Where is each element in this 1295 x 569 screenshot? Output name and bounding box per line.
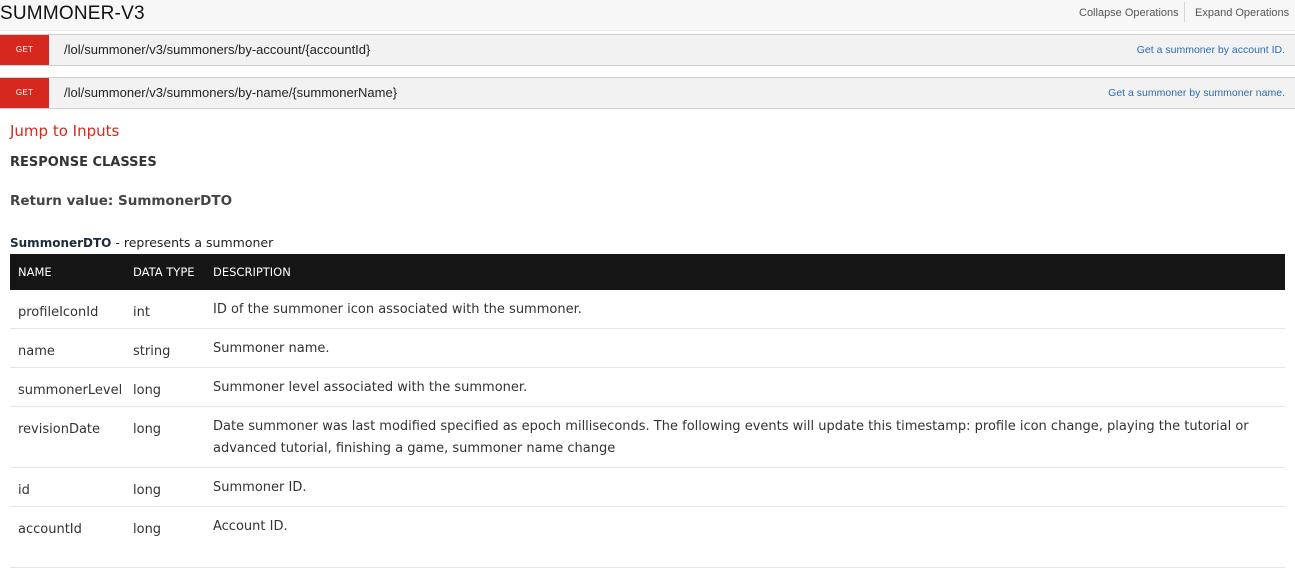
section-title[interactable]: SUMMONER-V3 bbox=[0, 3, 145, 25]
table-row: name string Summoner name. bbox=[10, 329, 1285, 368]
dto-name: SummonerDTO bbox=[10, 236, 112, 250]
response-table: NAME DATA TYPE DESCRIPTION profileIconId… bbox=[10, 254, 1285, 545]
dto-desc: - represents a summoner bbox=[111, 235, 274, 250]
divider bbox=[10, 567, 1285, 568]
jump-to-inputs-link[interactable]: Jump to Inputs bbox=[10, 122, 119, 140]
table-row: revisionDate long Date summoner was last… bbox=[10, 407, 1285, 468]
section-header: SUMMONER-V3 Collapse Operations Expand O… bbox=[0, 0, 1295, 31]
table-row: id long Summoner ID. bbox=[10, 468, 1285, 507]
dto-description: SummonerDTO - represents a summoner bbox=[10, 235, 273, 251]
header-data-type: DATA TYPE bbox=[133, 265, 195, 279]
cell-name: name bbox=[18, 344, 55, 359]
expand-operations-link[interactable]: Expand Operations bbox=[1195, 6, 1289, 20]
cell-type: long bbox=[133, 383, 162, 398]
cell-description: Summoner ID. bbox=[213, 480, 307, 495]
header-description: DESCRIPTION bbox=[213, 265, 291, 279]
cell-name: id bbox=[18, 483, 30, 498]
cell-description: Account ID. bbox=[213, 519, 288, 534]
cell-type: long bbox=[133, 422, 162, 437]
collapse-operations-link[interactable]: Collapse Operations bbox=[1079, 6, 1179, 20]
method-badge: GET bbox=[0, 78, 49, 108]
cell-name: revisionDate bbox=[18, 422, 101, 437]
cell-name: profileIconId bbox=[18, 305, 99, 320]
return-value-heading: Return value: SummonerDTO bbox=[10, 193, 233, 209]
table-row: summonerLevel long Summoner level associ… bbox=[10, 368, 1285, 407]
header-name: NAME bbox=[18, 265, 52, 279]
cell-description: Summoner name. bbox=[213, 341, 330, 356]
endpoint-path[interactable]: /lol/summoner/v3/summoners/by-name/{summ… bbox=[64, 85, 397, 101]
endpoint-summary[interactable]: Get a summoner by summoner name. bbox=[1108, 87, 1285, 100]
table-row: profileIconId int ID of the summoner ico… bbox=[10, 290, 1285, 329]
cell-type: string bbox=[133, 344, 171, 359]
method-badge: GET bbox=[0, 35, 49, 65]
endpoint-summary[interactable]: Get a summoner by account ID. bbox=[1137, 44, 1285, 57]
cell-description: Date summoner was last modified specifie… bbox=[213, 419, 1249, 456]
endpoint-path[interactable]: /lol/summoner/v3/summoners/by-account/{a… bbox=[64, 42, 370, 58]
cell-description: ID of the summoner icon associated with … bbox=[213, 302, 582, 317]
cell-type: int bbox=[133, 305, 150, 320]
endpoint-by-name[interactable]: GET /lol/summoner/v3/summoners/by-name/{… bbox=[0, 77, 1295, 109]
cell-description: Summoner level associated with the summo… bbox=[213, 380, 528, 395]
divider bbox=[1184, 2, 1185, 22]
cell-type: long bbox=[133, 522, 162, 537]
cell-name: accountId bbox=[18, 522, 82, 537]
endpoint-by-account[interactable]: GET /lol/summoner/v3/summoners/by-accoun… bbox=[0, 34, 1295, 66]
table-header: NAME DATA TYPE DESCRIPTION bbox=[10, 254, 1285, 290]
cell-type: long bbox=[133, 483, 162, 498]
table-row: accountId long Account ID. bbox=[10, 507, 1285, 545]
cell-name: summonerLevel bbox=[18, 383, 123, 398]
response-classes-heading: RESPONSE CLASSES bbox=[10, 155, 157, 170]
